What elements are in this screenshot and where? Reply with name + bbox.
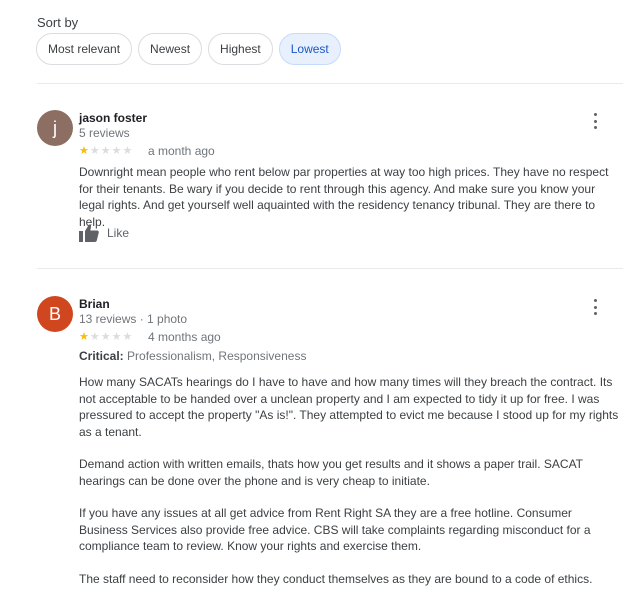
review-date: 4 months ago <box>148 330 221 344</box>
star-empty-icon: ★ <box>122 331 133 343</box>
sort-lowest-chip[interactable]: Lowest <box>278 33 341 65</box>
star-rating: ★ ★ ★ ★ ★ <box>79 145 132 157</box>
review-paragraph: If you have any issues at all get advice… <box>79 506 591 553</box>
star-empty-icon: ★ <box>100 145 111 157</box>
star-empty-icon: ★ <box>122 145 133 157</box>
review-card: B Brian 13 reviews · 1 photo ★ ★ ★ ★ ★ 4… <box>37 296 627 593</box>
reviewer-meta: 13 reviews · 1 photo <box>79 312 188 326</box>
critical-label: Critical: <box>79 349 124 363</box>
reviewer-meta: 5 reviews <box>79 126 130 140</box>
star-empty-icon: ★ <box>89 331 100 343</box>
star-empty-icon: ★ <box>111 331 122 343</box>
critical-aspects: Critical: Professionalism, Responsivenes… <box>79 349 306 363</box>
review-paragraph: The staff need to reconsider how they co… <box>79 571 593 586</box>
reviewer-name[interactable]: jason foster <box>79 111 147 125</box>
review-date: a month ago <box>148 144 215 158</box>
review-card: j jason foster 5 reviews ★ ★ ★ ★ ★ a mon… <box>37 110 627 250</box>
thumbs-up-icon <box>79 224 99 242</box>
review-paragraph: How many SACATs hearings do I have to ha… <box>79 375 619 439</box>
star-empty-icon: ★ <box>100 331 111 343</box>
star-filled-icon: ★ <box>79 331 89 343</box>
star-empty-icon: ★ <box>111 145 122 157</box>
sort-chips: Most relevant Newest Highest Lowest <box>36 33 341 65</box>
avatar[interactable]: B <box>37 296 73 332</box>
avatar[interactable]: j <box>37 110 73 146</box>
review-text: Downright mean people who rent below par… <box>79 165 609 229</box>
like-label: Like <box>107 226 130 240</box>
reviewer-name[interactable]: Brian <box>79 297 110 311</box>
sort-newest-chip[interactable]: Newest <box>138 33 203 65</box>
critical-value: Professionalism, Responsiveness <box>127 349 307 363</box>
sort-highest-chip[interactable]: Highest <box>208 33 273 65</box>
review-paragraph: Demand action with written emails, thats… <box>79 457 583 488</box>
star-filled-icon: ★ <box>79 145 89 157</box>
more-options-icon[interactable] <box>591 298 599 316</box>
divider <box>37 268 623 269</box>
star-empty-icon: ★ <box>89 145 100 157</box>
divider <box>37 83 623 84</box>
sort-by-label: Sort by <box>37 15 79 30</box>
more-options-icon[interactable] <box>591 112 599 130</box>
like-button[interactable]: Like <box>79 224 129 242</box>
sort-most-relevant-chip[interactable]: Most relevant <box>36 33 133 65</box>
review-text: How many SACATs hearings do I have to ha… <box>79 374 623 587</box>
star-rating: ★ ★ ★ ★ ★ <box>79 331 132 343</box>
